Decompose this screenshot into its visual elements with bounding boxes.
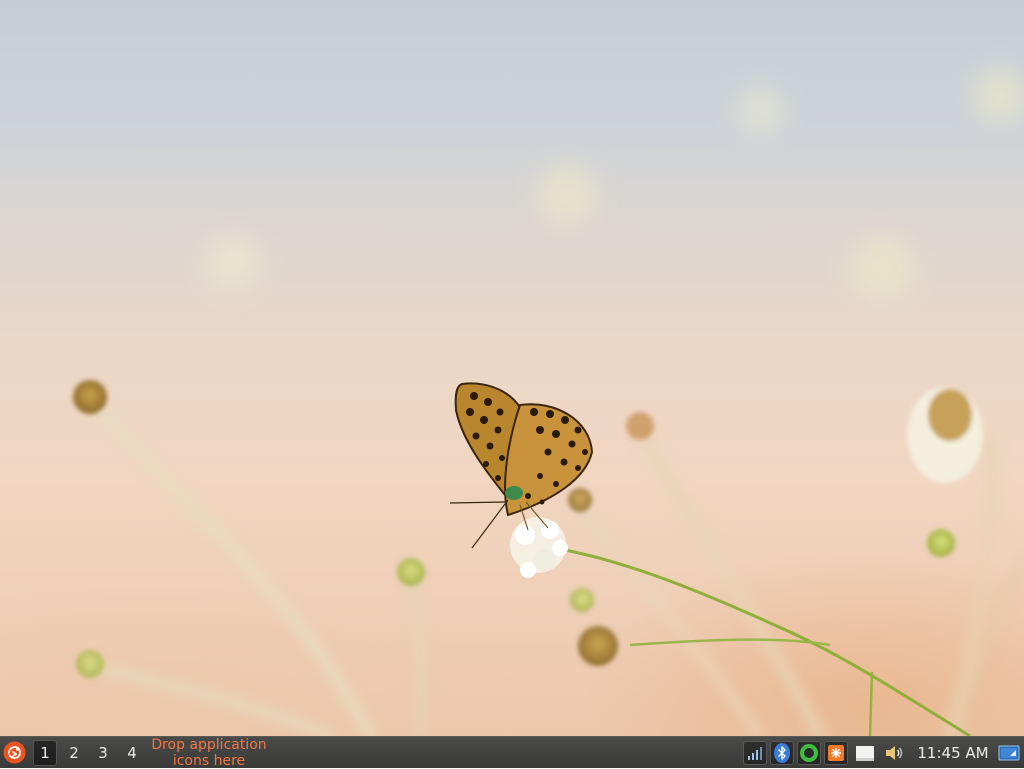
workspace-2[interactable]: 2 xyxy=(62,740,86,766)
desktop[interactable] xyxy=(0,0,1024,736)
bluetooth-indicator[interactable] xyxy=(770,741,794,765)
network-indicator[interactable] xyxy=(743,741,767,765)
updates-icon xyxy=(828,745,844,761)
app-menu-icon xyxy=(3,741,26,764)
workspace-4[interactable]: 4 xyxy=(120,740,144,766)
bluetooth-icon xyxy=(774,743,790,763)
app-menu-button[interactable] xyxy=(3,741,26,764)
launcher-drop-hint[interactable]: Drop application icons here xyxy=(142,737,276,769)
show-desktop-button[interactable] xyxy=(997,741,1021,765)
bottom-panel: 1 2 3 4 Drop application icons here 11:4… xyxy=(0,736,1024,769)
workspace-1[interactable]: 1 xyxy=(33,740,57,766)
network-signal-icon xyxy=(748,747,762,760)
updates-indicator[interactable] xyxy=(824,741,848,765)
wallpaper-image xyxy=(73,67,1024,736)
status-indicator[interactable] xyxy=(797,741,821,765)
volume-icon xyxy=(886,746,903,760)
notes-icon xyxy=(856,746,874,761)
show-desktop-icon xyxy=(998,745,1020,761)
volume-indicator[interactable] xyxy=(882,741,906,765)
clock[interactable]: 11:45 AM xyxy=(912,737,994,769)
circle-status-icon xyxy=(800,744,818,762)
notes-indicator[interactable] xyxy=(853,741,877,765)
workspace-3[interactable]: 3 xyxy=(91,740,115,766)
